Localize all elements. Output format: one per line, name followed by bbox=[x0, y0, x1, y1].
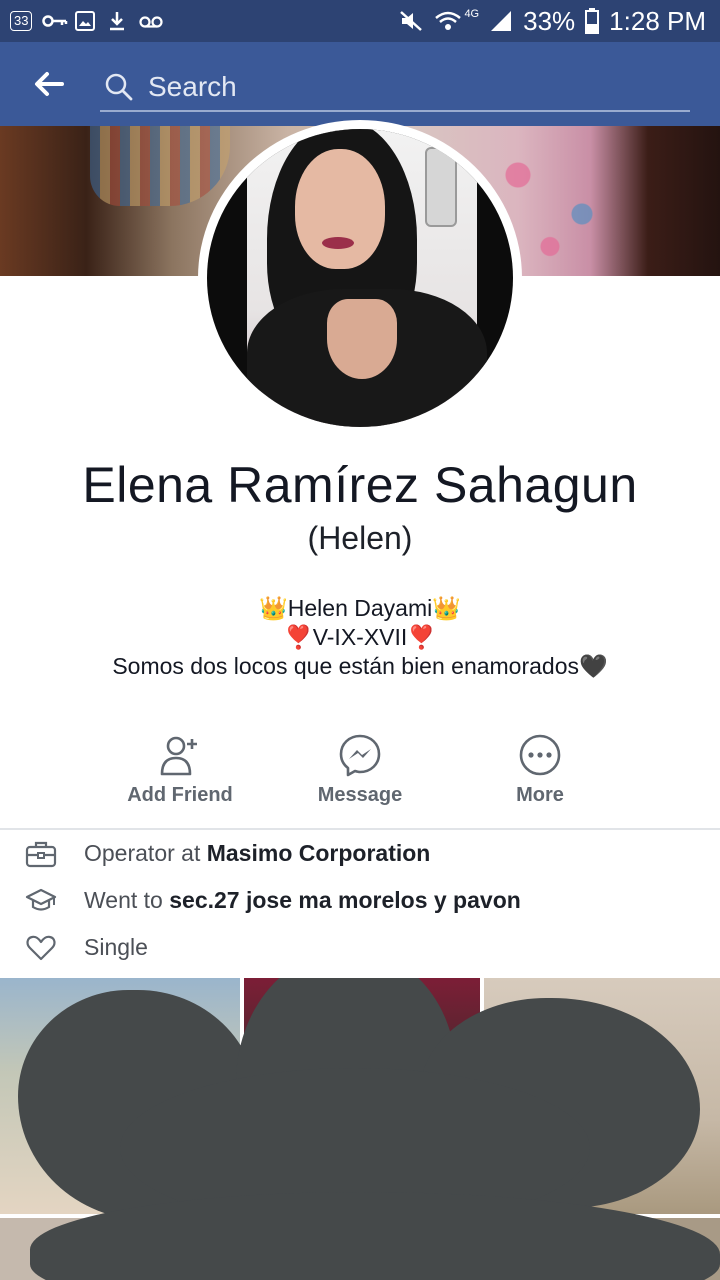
add-friend-icon bbox=[160, 736, 197, 776]
back-button[interactable] bbox=[22, 62, 74, 106]
search-input[interactable]: Search bbox=[100, 64, 690, 112]
profile-picture[interactable] bbox=[198, 120, 522, 436]
profile-bio: 👑Helen Dayami👑 ❣️V-IX-XVII❣️ Somos dos l… bbox=[0, 594, 720, 681]
clock: 1:28 PM bbox=[609, 5, 706, 36]
key-icon bbox=[42, 10, 68, 32]
work-info: Operator at Masimo Corporation bbox=[0, 834, 720, 874]
messenger-icon bbox=[339, 734, 381, 777]
education-place-link[interactable]: sec.27 jose ma morelos y pavon bbox=[169, 887, 521, 913]
graduation-cap-icon bbox=[24, 886, 58, 916]
more-label: More bbox=[516, 784, 564, 806]
network-type-label: 4G bbox=[464, 8, 480, 20]
work-place-link[interactable]: Masimo Corporation bbox=[207, 840, 431, 866]
mute-icon bbox=[398, 9, 424, 33]
battery-percent: 33% bbox=[523, 5, 576, 36]
add-friend-button[interactable]: Add Friend bbox=[90, 730, 270, 810]
arrow-left-icon bbox=[35, 72, 64, 96]
message-button[interactable]: Message bbox=[270, 730, 450, 810]
app-bar: Search bbox=[0, 42, 720, 126]
signal-icon bbox=[489, 9, 513, 33]
bio-line: Somos dos locos que están bien enamorado… bbox=[112, 653, 608, 679]
status-indicators: 4G 33% 1:28 PM bbox=[398, 6, 706, 36]
bio-line: 👑Helen Dayami👑 bbox=[259, 595, 461, 621]
search-icon bbox=[105, 73, 133, 101]
search-placeholder: Search bbox=[148, 71, 237, 102]
download-icon bbox=[106, 10, 128, 32]
photos-grid bbox=[0, 978, 720, 1280]
status-bar: 33 4G 33% 1:28 PM bbox=[0, 0, 720, 42]
relationship-status: Single bbox=[84, 934, 148, 960]
profile-actions: Add Friend Message More bbox=[90, 730, 630, 810]
notification-count-badge: 33 bbox=[10, 11, 33, 31]
bio-line: ❣️V-IX-XVII❣️ bbox=[284, 624, 436, 650]
work-prefix: Operator at bbox=[84, 840, 207, 866]
battery-icon bbox=[585, 8, 600, 34]
message-label: Message bbox=[317, 784, 403, 806]
add-friend-label: Add Friend bbox=[127, 784, 233, 806]
voicemail-icon bbox=[138, 10, 164, 32]
more-button[interactable]: More bbox=[450, 730, 630, 810]
relationship-info: Single bbox=[0, 928, 720, 968]
briefcase-icon bbox=[24, 839, 58, 869]
status-notifications: 33 bbox=[10, 8, 164, 34]
profile-name: Elena Ramírez Sahagun bbox=[82, 457, 638, 513]
section-divider bbox=[0, 828, 720, 830]
more-icon bbox=[519, 734, 561, 776]
education-prefix: Went to bbox=[84, 887, 170, 913]
image-icon bbox=[74, 10, 96, 32]
heart-icon bbox=[24, 933, 58, 963]
education-info: Went to sec.27 jose ma morelos y pavon bbox=[0, 881, 720, 921]
profile-nickname: (Helen) bbox=[307, 520, 413, 556]
wifi-icon bbox=[434, 9, 462, 33]
